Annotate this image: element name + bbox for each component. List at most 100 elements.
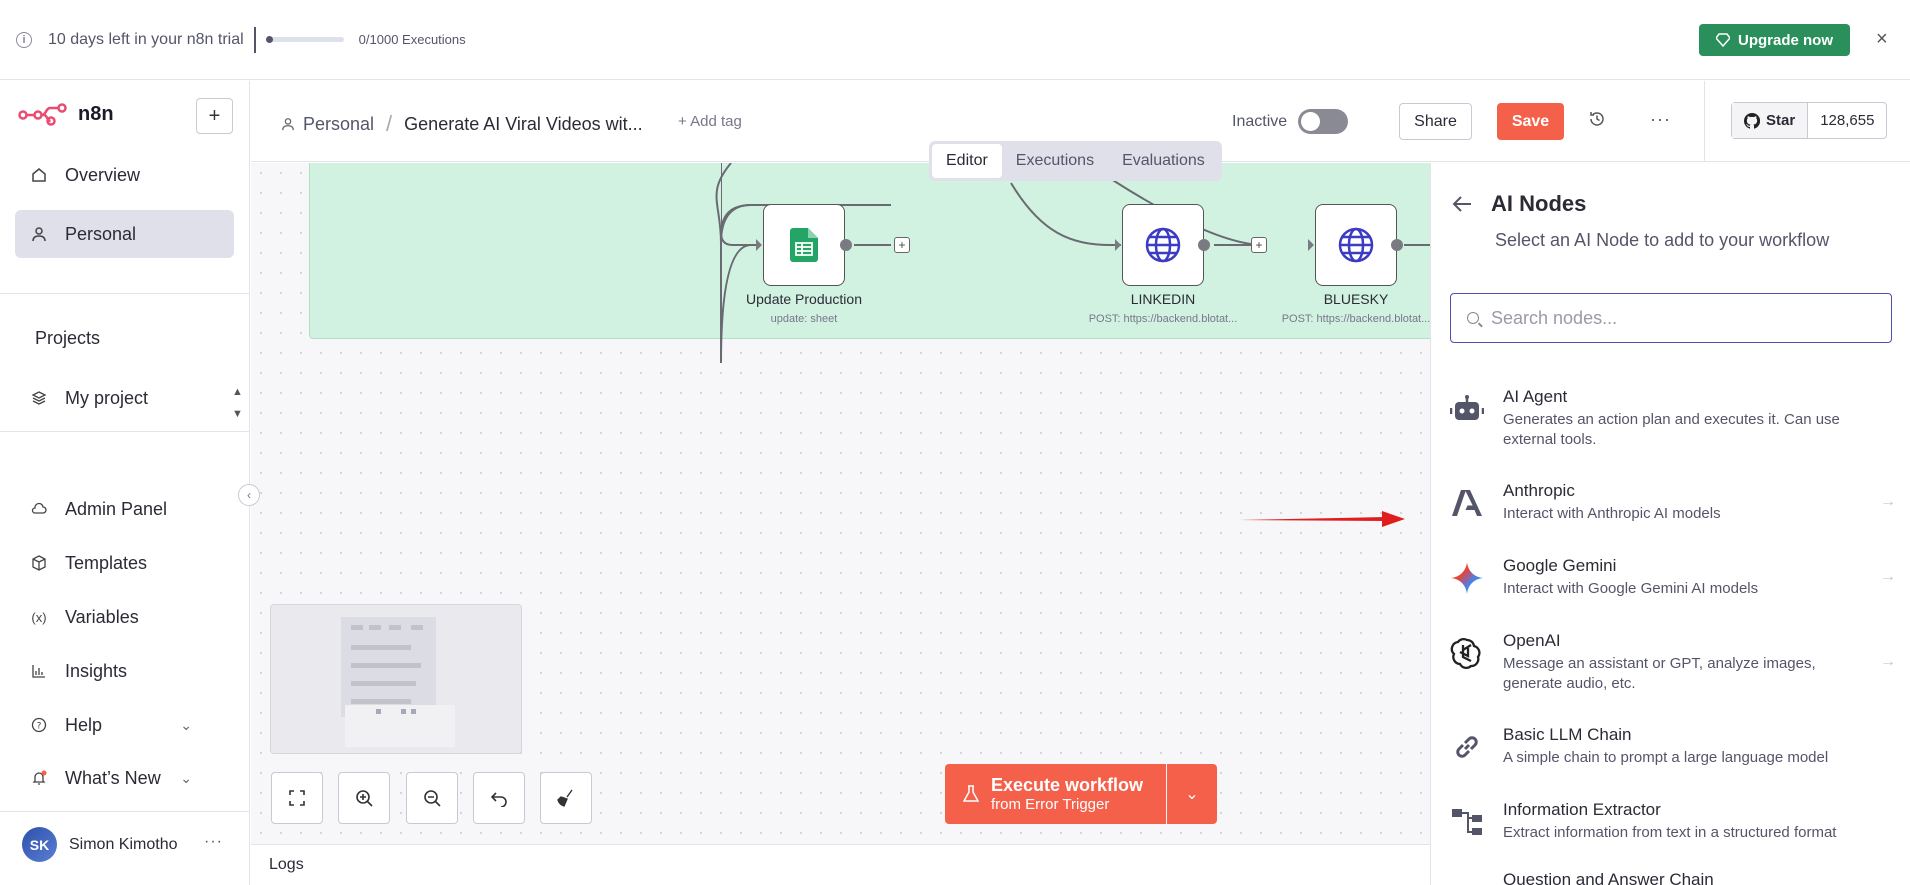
sidebar-item-label: Help [65, 714, 103, 735]
layers-icon [31, 390, 47, 406]
node-item-name: Question and Answer Chain [1503, 870, 1714, 885]
user-icon [282, 118, 294, 131]
ai-nodes-panel: AI Nodes Select an AI Node to add to you… [1430, 163, 1910, 885]
sidebar-item-personal[interactable]: Personal [15, 210, 234, 258]
zoom-in-icon [356, 790, 373, 807]
execute-workflow-button[interactable]: Execute workflow from Error Trigger [945, 764, 1166, 824]
node-item-google-gemini[interactable]: Google Gemini Interact with Google Gemin… [1449, 556, 1899, 608]
search-field[interactable] [1450, 293, 1892, 343]
node-item-name: Basic LLM Chain [1503, 725, 1632, 744]
node-item-basic-llm-chain[interactable]: Basic LLM Chain A simple chain to prompt… [1449, 725, 1899, 777]
search-icon [1467, 312, 1479, 324]
executions-count: 0/1000 Executions [358, 32, 466, 47]
trial-banner: i 10 days left in your n8n trial 0/1000 … [0, 0, 1910, 80]
logs-panel-toggle[interactable]: Logs [251, 844, 1430, 885]
search-input[interactable] [1491, 307, 1871, 329]
sidebar-item-whats-new[interactable]: What’s New ⌄ [15, 754, 234, 802]
chevron-down-icon: ⌄ [180, 716, 192, 733]
zoom-in-button[interactable] [338, 772, 390, 824]
collapse-sidebar-button[interactable]: ‹ [238, 484, 260, 506]
node-item-description: Message an assistant or GPT, analyze ima… [1503, 655, 1816, 692]
node-item-name: OpenAI [1503, 631, 1561, 650]
save-button[interactable]: Save [1497, 103, 1564, 140]
reset-zoom-button[interactable] [473, 772, 525, 824]
tab-editor[interactable]: Editor [932, 144, 1002, 178]
upgrade-now-button[interactable]: Upgrade now [1699, 24, 1850, 56]
execute-labels: Execute workflow from Error Trigger [991, 775, 1143, 813]
node-item-openai[interactable]: OpenAI Message an assistant or GPT, anal… [1449, 631, 1899, 701]
github-star-widget[interactable]: Star 128,655 [1731, 102, 1888, 139]
banner-close-icon[interactable]: × [1876, 29, 1888, 49]
banner-separator [253, 26, 256, 53]
sidebar-item-admin-panel[interactable]: Admin Panel [15, 485, 234, 533]
workflow-name[interactable]: Generate AI Viral Videos wit... [404, 114, 642, 135]
chart-icon [31, 663, 47, 679]
sidebar-divider [0, 293, 250, 294]
chevron-down-icon: ⌄ [1185, 786, 1199, 803]
sidebar-item-my-project[interactable]: My project [15, 374, 234, 422]
zoom-out-icon [424, 790, 441, 807]
node-item-name: Anthropic [1503, 481, 1575, 500]
back-arrow-icon[interactable] [1451, 193, 1473, 221]
connection-handles [756, 239, 1403, 251]
node-item-ai-agent[interactable]: AI Agent Generates an action plan and ex… [1449, 387, 1899, 457]
sidebar-item-label: What’s New [65, 767, 161, 788]
share-button[interactable]: Share [1399, 103, 1472, 140]
add-tag-button[interactable]: + Add tag [678, 113, 742, 130]
help-icon: ? [31, 717, 47, 733]
chevron-right-icon: → [1880, 493, 1896, 510]
projects-heading: Projects [35, 328, 101, 348]
tab-executions[interactable]: Executions [1002, 144, 1108, 178]
sidebar-divider [0, 431, 250, 432]
chevron-right-icon: → [1880, 653, 1896, 670]
node-item-anthropic[interactable]: Anthropic Interact with Anthropic AI mod… [1449, 481, 1899, 533]
view-tabs: Editor Executions Evaluations [929, 141, 1222, 181]
sidebar-item-label: Personal [65, 223, 137, 244]
sidebar-item-help[interactable]: ? Help ⌄ [15, 701, 234, 749]
node-item-qa-chain[interactable]: Question and Answer Chain [1449, 870, 1899, 885]
openai-icon [1449, 635, 1485, 671]
active-toggle[interactable] [1298, 109, 1348, 134]
node-item-name: Information Extractor [1503, 800, 1661, 819]
plus-icon: + [208, 104, 221, 127]
breadcrumb-personal[interactable]: Personal [303, 114, 374, 135]
create-button[interactable]: + [196, 98, 233, 134]
sidebar-item-variables[interactable]: (x) Variables [15, 593, 234, 641]
workflow-canvas[interactable]: Update Production update: sheet + LINKED… [251, 163, 1430, 844]
red-arrow-annotation [1239, 511, 1405, 527]
executions-progress-bar [265, 36, 344, 43]
node-item-description: A simple chain to prompt a large languag… [1503, 749, 1829, 766]
sidebar: n8n + Overview Personal Projects My proj… [0, 81, 250, 885]
info-icon: i [16, 31, 32, 48]
sidebar-item-insights[interactable]: Insights [15, 647, 234, 695]
panel-subtitle: Select an AI Node to add to your workflo… [1495, 230, 1830, 250]
execute-options-button[interactable]: ⌄ [1167, 764, 1217, 824]
canvas-minimap[interactable] [270, 604, 522, 754]
chevron-left-icon: ‹ [247, 488, 251, 502]
node-item-information-extractor[interactable]: Information Extractor Extract informatio… [1449, 800, 1899, 852]
chevron-down-icon: ⌄ [180, 769, 192, 786]
header-divider [1704, 81, 1705, 162]
sidebar-item-overview[interactable]: Overview [15, 151, 234, 199]
brand-name: n8n [78, 102, 114, 125]
history-icon[interactable] [1588, 110, 1606, 133]
more-options-icon[interactable]: ··· [1650, 109, 1671, 130]
projects-scroll-arrows[interactable]: ▲ ▼ [232, 381, 243, 425]
fit-view-button[interactable] [271, 772, 323, 824]
extractor-icon [1449, 804, 1485, 840]
github-star-button[interactable]: Star [1732, 103, 1809, 138]
n8n-logo[interactable]: n8n [18, 101, 114, 127]
node-item-name: AI Agent [1503, 387, 1568, 406]
home-icon [31, 167, 47, 183]
expand-icon [289, 790, 305, 806]
node-item-description: Generates an action plan and executes it… [1503, 411, 1840, 448]
sidebar-item-templates[interactable]: Templates [15, 539, 234, 587]
user-profile[interactable]: SK Simon Kimotho [22, 827, 178, 862]
zoom-out-button[interactable] [406, 772, 458, 824]
tab-evaluations[interactable]: Evaluations [1108, 144, 1219, 178]
cloud-icon [31, 501, 47, 517]
tidy-up-button[interactable] [540, 772, 592, 824]
chevron-right-icon: → [1880, 568, 1896, 585]
sidebar-item-label: Templates [65, 552, 148, 573]
user-menu-icon[interactable]: ··· [204, 833, 223, 851]
